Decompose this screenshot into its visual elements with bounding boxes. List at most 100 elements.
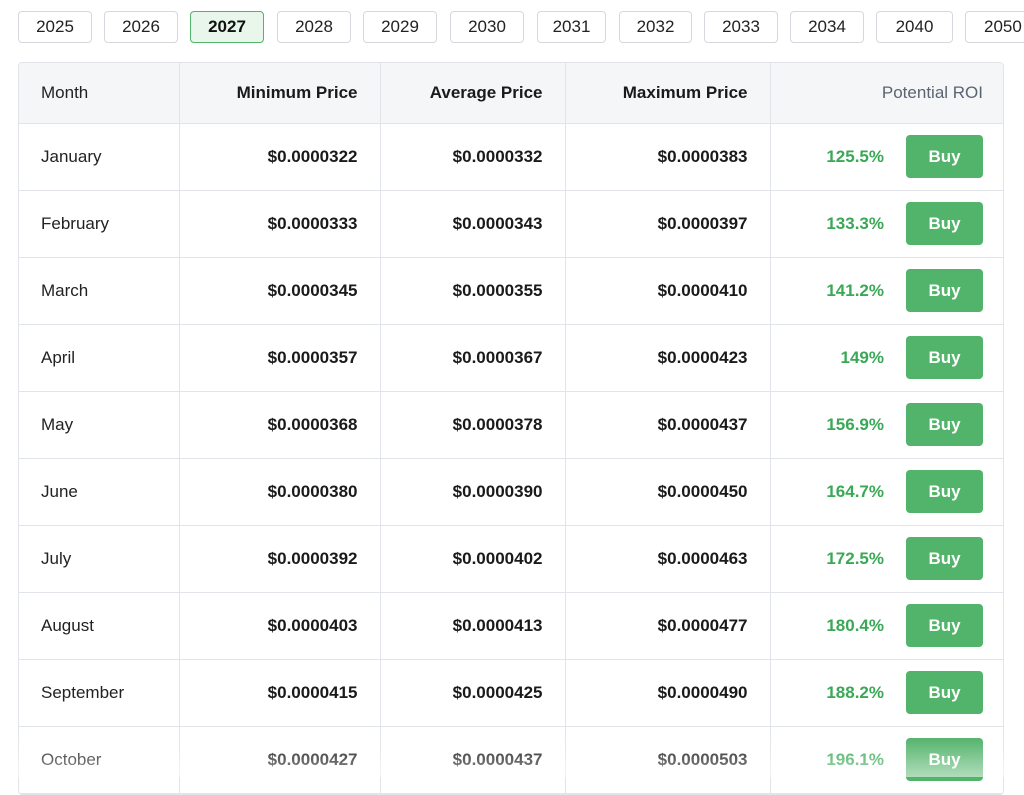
roi-cell: 188.2% Buy — [770, 659, 1003, 727]
roi-value: 180.4% — [826, 615, 884, 635]
year-tab-2025[interactable]: 2025 — [18, 11, 92, 43]
table-row: January $0.0000322 $0.0000332 $0.0000383 125… — [19, 123, 1003, 191]
roi-value: 149% — [840, 347, 884, 367]
average-price-cell: $0.0000378 — [380, 391, 566, 459]
table-row: March $0.0000345 $0.0000355 $0.0000410 141.2… — [19, 257, 1003, 325]
minimum-price-cell: $0.0000368 — [179, 391, 381, 459]
buy-button[interactable]: Buy — [906, 336, 983, 379]
year-tab-2050[interactable]: 2050 — [965, 11, 1024, 43]
maximum-price-cell: $0.0000450 — [565, 458, 771, 526]
year-tab-2034[interactable]: 2034 — [790, 11, 864, 43]
maximum-price-cell: $0.0000463 — [565, 525, 771, 593]
roi-cell: 172.5% Buy — [770, 525, 1003, 593]
buy-button[interactable]: Buy — [906, 135, 983, 178]
year-tab-2032[interactable]: 2032 — [619, 11, 692, 43]
roi-cell-content: 141.2% Buy — [793, 269, 983, 312]
year-tab-2033[interactable]: 2033 — [704, 11, 778, 43]
minimum-price-cell: $0.0000392 — [179, 525, 381, 593]
average-price-cell: $0.0000332 — [380, 123, 566, 191]
buy-button[interactable]: Buy — [906, 671, 983, 714]
year-tab-2031[interactable]: 2031 — [537, 11, 606, 43]
roi-cell-content: 196.1% Buy — [793, 738, 983, 781]
year-tab-2040[interactable]: 2040 — [876, 11, 953, 43]
roi-cell: 141.2% Buy — [770, 257, 1003, 325]
month-cell: October — [19, 726, 180, 794]
minimum-price-cell: $0.0000427 — [179, 726, 381, 794]
roi-cell: 156.9% Buy — [770, 391, 1003, 459]
roi-cell-content: 172.5% Buy — [793, 537, 983, 580]
year-tab-2026[interactable]: 2026 — [104, 11, 178, 43]
roi-cell-content: 188.2% Buy — [793, 671, 983, 714]
buy-button[interactable]: Buy — [906, 403, 983, 446]
buy-button[interactable]: Buy — [906, 604, 983, 647]
header-potential-roi: Potential ROI — [770, 63, 1003, 124]
roi-value: 172.5% — [826, 548, 884, 568]
roi-cell: 133.3% Buy — [770, 190, 1003, 258]
roi-value: 164.7% — [826, 481, 884, 501]
roi-cell-content: 180.4% Buy — [793, 604, 983, 647]
roi-cell: 125.5% Buy — [770, 123, 1003, 191]
average-price-cell: $0.0000355 — [380, 257, 566, 325]
header-average-price: Average Price — [380, 63, 566, 124]
table-row: February $0.0000333 $0.0000343 $0.0000397 13… — [19, 190, 1003, 258]
minimum-price-cell: $0.0000380 — [179, 458, 381, 526]
month-cell: July — [19, 525, 180, 593]
roi-cell: 180.4% Buy — [770, 592, 1003, 660]
month-cell: June — [19, 458, 180, 526]
table-header-row: Month Minimum Price Average Price Maximu… — [19, 63, 1003, 124]
maximum-price-cell: $0.0000437 — [565, 391, 771, 459]
month-cell: March — [19, 257, 180, 325]
average-price-cell: $0.0000425 — [380, 659, 566, 727]
month-cell: February — [19, 190, 180, 258]
average-price-cell: $0.0000390 — [380, 458, 566, 526]
roi-cell: 164.7% Buy — [770, 458, 1003, 526]
minimum-price-cell: $0.0000403 — [179, 592, 381, 660]
average-price-cell: $0.0000437 — [380, 726, 566, 794]
table-row: May $0.0000368 $0.0000378 $0.0000437 156.9% B… — [19, 391, 1003, 459]
roi-value: 125.5% — [826, 146, 884, 166]
year-tab-2027[interactable]: 2027 — [190, 11, 264, 43]
average-price-cell: $0.0000402 — [380, 525, 566, 593]
average-price-cell: $0.0000367 — [380, 324, 566, 392]
year-tab-2030[interactable]: 2030 — [450, 11, 524, 43]
roi-cell: 196.1% Buy — [770, 726, 1003, 794]
roi-cell: 149% Buy — [770, 324, 1003, 392]
month-cell: August — [19, 592, 180, 660]
buy-button[interactable]: Buy — [906, 202, 983, 245]
header-minimum-price: Minimum Price — [179, 63, 381, 124]
year-tab-2029[interactable]: 2029 — [363, 11, 437, 43]
average-price-cell: $0.0000343 — [380, 190, 566, 258]
minimum-price-cell: $0.0000415 — [179, 659, 381, 727]
maximum-price-cell: $0.0000490 — [565, 659, 771, 727]
minimum-price-cell: $0.0000322 — [179, 123, 381, 191]
maximum-price-cell: $0.0000383 — [565, 123, 771, 191]
buy-button[interactable]: Buy — [906, 269, 983, 312]
table-row: September $0.0000415 $0.0000425 $0.0000490 1… — [19, 659, 1003, 727]
table-row: July $0.0000392 $0.0000402 $0.0000463 172.5%… — [19, 525, 1003, 593]
maximum-price-cell: $0.0000410 — [565, 257, 771, 325]
minimum-price-cell: $0.0000357 — [179, 324, 381, 392]
roi-value: 156.9% — [826, 414, 884, 434]
year-tab-2028[interactable]: 2028 — [277, 11, 351, 43]
month-cell: April — [19, 324, 180, 392]
table-row: August $0.0000403 $0.0000413 $0.0000477 180.… — [19, 592, 1003, 660]
table-row: October $0.0000427 $0.0000437 $0.0000503 196… — [19, 726, 1003, 794]
buy-button[interactable]: Buy — [906, 470, 983, 513]
header-maximum-price: Maximum Price — [565, 63, 771, 124]
header-month: Month — [19, 63, 180, 124]
maximum-price-cell: $0.0000423 — [565, 324, 771, 392]
maximum-price-cell: $0.0000397 — [565, 190, 771, 258]
roi-cell-content: 164.7% Buy — [793, 470, 983, 513]
roi-value: 188.2% — [826, 682, 884, 702]
roi-value: 196.1% — [826, 749, 884, 769]
minimum-price-cell: $0.0000333 — [179, 190, 381, 258]
average-price-cell: $0.0000413 — [380, 592, 566, 660]
minimum-price-cell: $0.0000345 — [179, 257, 381, 325]
price-prediction-table: Month Minimum Price Average Price Maximu… — [18, 62, 1004, 795]
roi-value: 141.2% — [826, 280, 884, 300]
roi-cell-content: 156.9% Buy — [793, 403, 983, 446]
buy-button[interactable]: Buy — [906, 738, 983, 781]
month-cell: September — [19, 659, 180, 727]
roi-value: 133.3% — [826, 213, 884, 233]
buy-button[interactable]: Buy — [906, 537, 983, 580]
